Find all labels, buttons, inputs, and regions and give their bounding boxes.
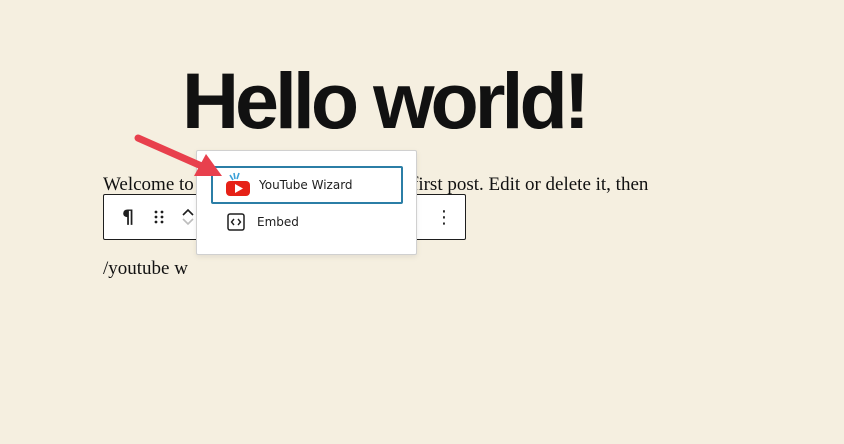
paragraph-icon: ¶ [121, 206, 135, 228]
drag-handle-icon [154, 210, 164, 224]
block-inserter-popover: YouTube Wizard Embed [196, 150, 417, 255]
move-down-icon[interactable] [181, 217, 195, 227]
youtube-icon [225, 172, 251, 198]
post-title[interactable]: Hello world! [182, 55, 590, 147]
more-vertical-icon: ⋮ [435, 206, 453, 228]
inserter-item-youtube-wizard[interactable]: YouTube Wizard [211, 166, 403, 204]
more-options-button[interactable]: ⋮ [431, 195, 457, 239]
paragraph-block-button[interactable]: ¶ [114, 195, 142, 239]
drag-handle[interactable] [146, 195, 172, 239]
move-up-icon[interactable] [181, 207, 195, 217]
inserter-item-label: Embed [257, 215, 299, 229]
inserter-item-embed[interactable]: Embed [211, 203, 403, 241]
embed-icon [223, 209, 249, 235]
inserter-item-label: YouTube Wizard [259, 178, 353, 192]
slash-command-text[interactable]: /youtube w [103, 257, 188, 281]
